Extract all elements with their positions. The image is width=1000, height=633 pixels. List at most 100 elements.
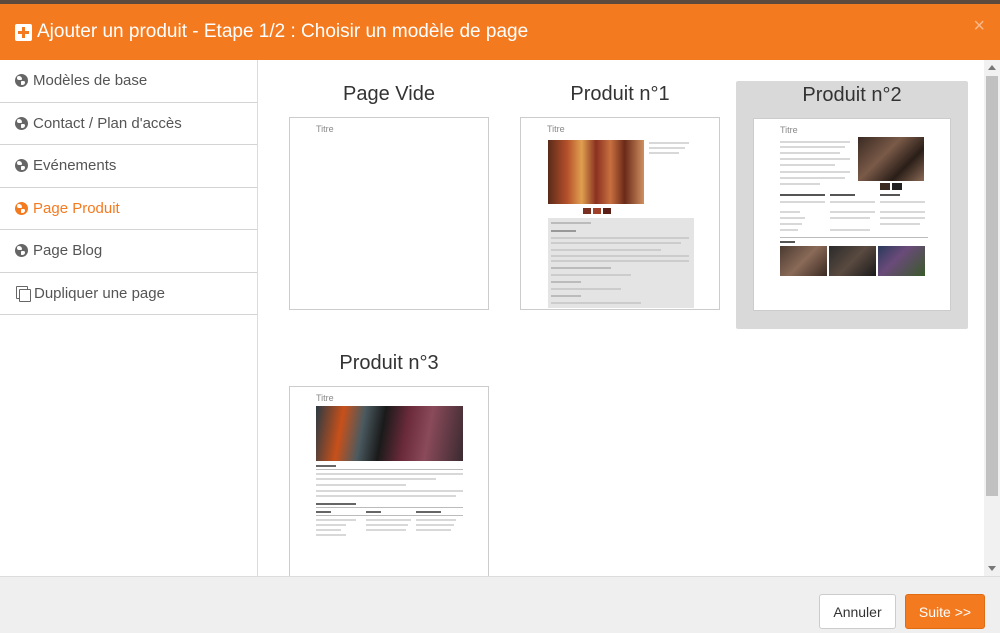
- template-produit-2[interactable]: Produit n°2 Titre: [736, 81, 968, 329]
- camera-photo: [858, 137, 924, 181]
- thumb-text-line: [316, 529, 341, 531]
- thumbnail-title: Titre: [547, 124, 565, 134]
- globe-icon: [15, 244, 28, 258]
- thumb-divider: [316, 515, 463, 516]
- sidebar-item-label: Dupliquer une page: [34, 284, 165, 302]
- thumb-text-line: [780, 217, 805, 219]
- plus-square-icon: [15, 23, 32, 41]
- sidebar-item-label: Evénements: [33, 157, 117, 175]
- thumb-text-line: [780, 152, 840, 154]
- sidebar-item-modeles-de-base[interactable]: Modèles de base: [0, 60, 257, 103]
- globe-icon: [15, 201, 28, 215]
- thumbnail-title: Titre: [780, 125, 798, 135]
- thumb-text-line: [780, 158, 850, 160]
- sidebar-item-label: Page Blog: [33, 242, 103, 260]
- thumb-heading-line: [316, 511, 331, 513]
- sidebar-item-page-blog[interactable]: Page Blog: [0, 230, 257, 273]
- thumb-text-line: [780, 223, 802, 225]
- cancel-button[interactable]: Annuler: [819, 594, 896, 629]
- thumb-text-line: [551, 260, 689, 262]
- sidebar-item-dupliquer[interactable]: Dupliquer une page: [0, 273, 257, 315]
- thumb-text-line: [366, 524, 408, 526]
- thumb-text-line: [780, 211, 800, 213]
- thumb-text-line: [366, 519, 411, 521]
- scrollbar-thumb[interactable]: [986, 76, 998, 496]
- thumb-text-line: [649, 152, 679, 154]
- thumb-text-line: [780, 141, 850, 143]
- thumb-text-line: [551, 295, 581, 297]
- thumb-text-line: [880, 201, 925, 203]
- sidebar-item-page-produit[interactable]: Page Produit: [0, 188, 257, 230]
- thumb-text-line: [880, 217, 925, 219]
- thumb-text-line: [551, 281, 581, 283]
- sidebar-item-contact[interactable]: Contact / Plan d'accès: [0, 103, 257, 145]
- thumb-gallery-photo: [878, 246, 925, 276]
- copy-icon: [15, 285, 31, 303]
- thumb-divider: [316, 507, 463, 508]
- gallery-scrollbar[interactable]: [984, 60, 1000, 576]
- thumb-mini-photo: [880, 183, 890, 190]
- thumb-text-line: [316, 490, 463, 492]
- template-produit-3[interactable]: Produit n°3 Titre: [273, 349, 505, 576]
- globe-icon: [15, 74, 28, 88]
- close-icon[interactable]: ×: [973, 16, 985, 36]
- thumb-text-line: [366, 529, 406, 531]
- thumb-text-line: [316, 519, 356, 521]
- template-page-vide[interactable]: Page Vide Titre: [273, 80, 505, 320]
- template-label: Produit n°3: [339, 352, 439, 374]
- thumb-text-line: [551, 255, 689, 257]
- template-label: Page Vide: [343, 83, 435, 105]
- globe-icon: [15, 116, 28, 130]
- sidebar-item-evenements[interactable]: Evénements: [0, 145, 257, 188]
- thumb-text-line: [780, 177, 845, 179]
- scroll-down-arrow-icon[interactable]: [988, 566, 996, 571]
- thumb-text-line: [551, 288, 621, 290]
- dialog-header: Ajouter un produit - Etape 1/2 : Choisir…: [0, 4, 1000, 60]
- thumb-mini-photo: [603, 208, 611, 214]
- thumb-text-line: [780, 229, 798, 231]
- thumb-text-line: [880, 223, 920, 225]
- template-label: Produit n°1: [570, 83, 670, 105]
- sidebar-item-label: Contact / Plan d'accès: [33, 114, 182, 132]
- thumb-text-line: [649, 147, 685, 149]
- thumb-text-line: [780, 201, 825, 203]
- thumb-text-line: [551, 237, 689, 239]
- scroll-up-arrow-icon[interactable]: [988, 65, 996, 70]
- template-produit-1[interactable]: Produit n°1 Titre: [504, 80, 736, 320]
- thumb-text-line: [316, 495, 456, 497]
- thumb-mini-photo: [583, 208, 591, 214]
- template-thumbnail: Titre: [289, 117, 489, 310]
- sidebar-item-label: Page Produit: [33, 199, 120, 217]
- thumb-mini-photo: [892, 183, 902, 190]
- jars-photo: [548, 140, 644, 204]
- thumb-text-line: [551, 222, 591, 224]
- thumb-text-line: [551, 242, 681, 244]
- template-label: Produit n°2: [802, 84, 902, 106]
- template-thumbnail: Titre: [753, 118, 951, 311]
- template-gallery: Page Vide Titre Produit n°1 Titre Produi…: [258, 60, 1000, 576]
- thumb-text-line: [780, 171, 850, 173]
- thumb-heading-line: [780, 194, 825, 196]
- thumb-heading-line: [366, 511, 381, 513]
- thumb-text-line: [830, 229, 870, 231]
- thumb-text-line: [551, 267, 611, 269]
- thumb-text-line: [316, 534, 346, 536]
- thumb-gallery-photo: [829, 246, 876, 276]
- dialog-footer: Annuler Suite >>: [0, 576, 1000, 633]
- thumbnail-title: Titre: [316, 124, 334, 134]
- thumb-text-line: [780, 164, 835, 166]
- thumb-text-line: [416, 524, 454, 526]
- thumb-text-line: [830, 217, 870, 219]
- thumb-gallery-photo: [780, 246, 827, 276]
- thumb-heading-line: [316, 503, 356, 505]
- thumb-text-line: [551, 230, 576, 232]
- template-thumbnail: Titre: [520, 117, 720, 310]
- thumbnail-title: Titre: [316, 393, 334, 403]
- sidebar-item-label: Modèles de base: [33, 72, 148, 90]
- template-category-sidebar: Modèles de base Contact / Plan d'accès E…: [0, 60, 258, 576]
- thumb-text-line: [780, 146, 845, 148]
- thumb-text-line: [416, 519, 456, 521]
- thumb-heading-line: [880, 194, 900, 196]
- next-button[interactable]: Suite >>: [905, 594, 985, 629]
- thumb-mini-photo: [593, 208, 601, 214]
